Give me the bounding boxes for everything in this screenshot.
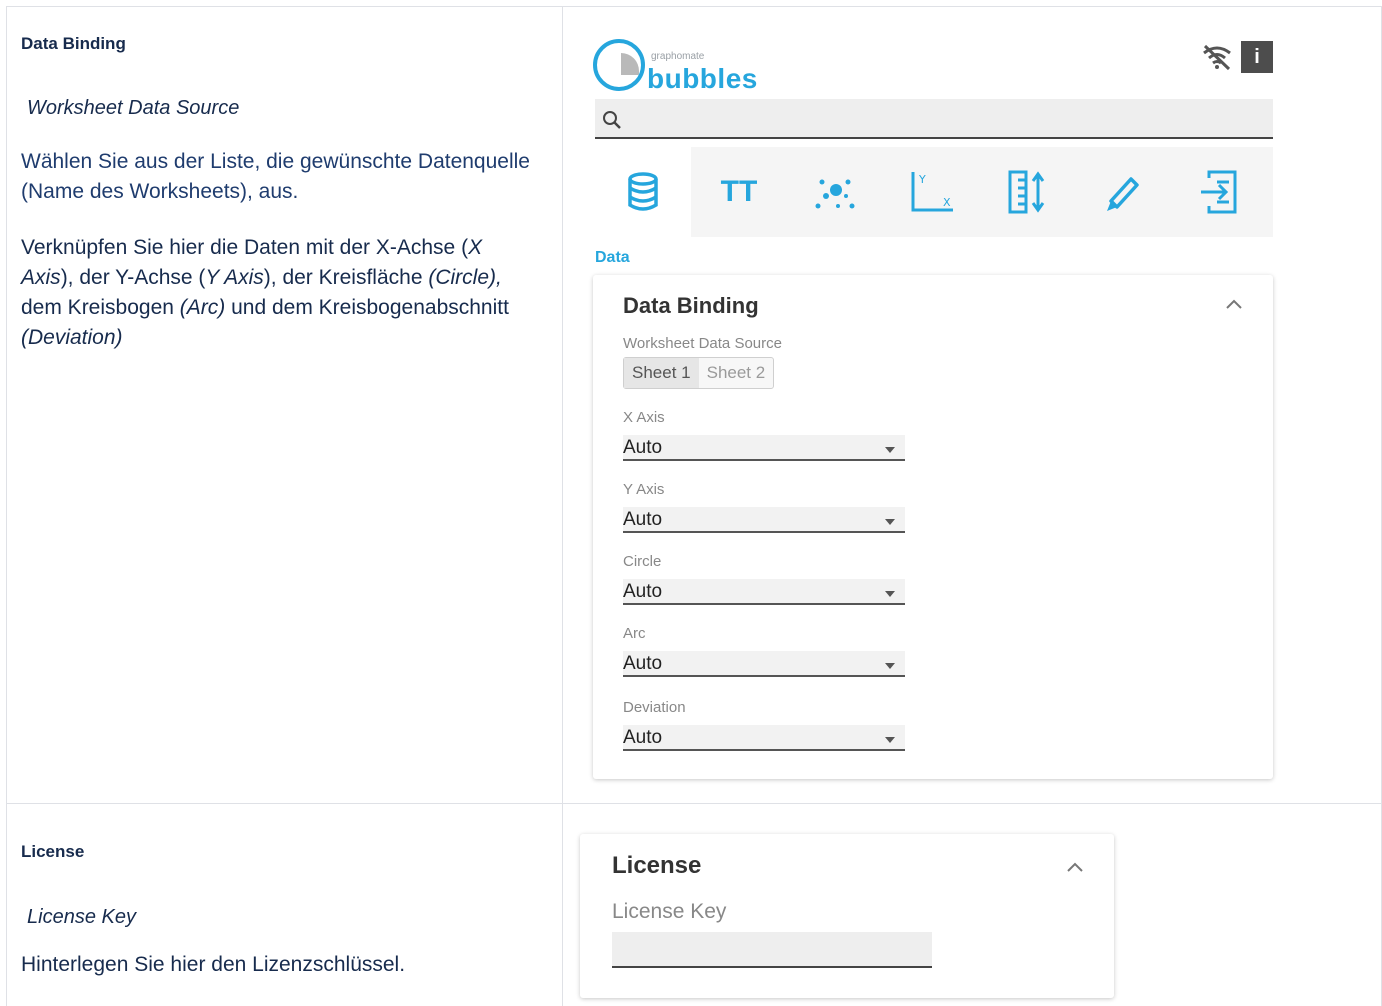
chevron-up-icon[interactable] — [1066, 860, 1084, 874]
row-subtitle: License Key — [27, 906, 136, 928]
license-card: License License Key — [580, 834, 1114, 998]
sheet-1-button[interactable]: Sheet 1 — [624, 358, 699, 388]
deviation-label: Deviation — [623, 699, 686, 716]
tab-text[interactable]: TT — [691, 147, 787, 237]
row-title: Data Binding — [21, 34, 126, 53]
chevron-down-icon — [885, 737, 895, 743]
text-span: und dem Kreisbogenabschnitt — [225, 296, 509, 319]
scatter-icon — [815, 179, 855, 209]
documentation-table: Data Binding Worksheet Data Source Wähle… — [6, 6, 1382, 1006]
sheet-selector: Sheet 1 Sheet 2 — [623, 357, 775, 389]
chevron-down-icon — [885, 663, 895, 669]
y-axis-label: Y Axis — [623, 481, 665, 498]
section-label: Data — [595, 249, 630, 266]
bubbles-logo: graphomate bubbles — [593, 39, 763, 99]
tab-sort[interactable] — [979, 147, 1075, 237]
arc-label: Arc — [623, 625, 646, 642]
select-value: Auto — [623, 509, 663, 530]
description-blue: Wählen Sie aus der Liste, die gewünschte… — [21, 150, 530, 203]
tab-scatter[interactable] — [787, 147, 883, 237]
description-text: Verknüpfen Sie hier die Daten mit der X-… — [21, 233, 536, 353]
text-size-icon: TT — [720, 175, 758, 208]
top-icons: i — [1201, 41, 1277, 73]
search-icon — [603, 111, 621, 129]
text-span: dem Kreisbogen — [21, 296, 180, 319]
card-title: Data Binding — [623, 293, 759, 318]
tab-data[interactable] — [595, 147, 691, 237]
row-title: License — [21, 842, 85, 861]
italic-span: (Arc) — [179, 296, 226, 319]
sheet-2-button[interactable]: Sheet 2 — [699, 358, 774, 388]
select-value: Auto — [623, 581, 663, 602]
select-value: Auto — [623, 727, 663, 748]
chevron-down-icon — [885, 519, 895, 525]
license-key-input[interactable] — [612, 932, 932, 968]
x-axis-label: X Axis — [623, 409, 665, 426]
deviation-select[interactable]: Auto — [623, 725, 905, 751]
text-span: Verknüpfen Sie hier die Daten mit der X-… — [21, 236, 469, 259]
license-key-label: License Key — [612, 900, 727, 923]
info-icon[interactable]: i — [1241, 41, 1273, 73]
x-axis-select[interactable]: Auto — [623, 435, 905, 461]
select-value: Auto — [623, 653, 663, 674]
chevron-up-icon[interactable] — [1225, 297, 1243, 311]
select-value: Auto — [623, 437, 663, 458]
export-icon — [1201, 170, 1237, 214]
text-span: ), der Y-Achse ( — [60, 266, 206, 289]
source-label: Worksheet Data Source — [623, 335, 782, 352]
row-subtitle: Worksheet Data Source — [27, 97, 240, 119]
tab-bar: TT Y X — [595, 147, 1273, 237]
tab-axis[interactable]: Y X — [883, 147, 979, 237]
row-data-binding: Data Binding Worksheet Data Source Wähle… — [7, 7, 1381, 804]
y-axis-select[interactable]: Auto — [623, 507, 905, 533]
italic-span: Y Axis — [205, 266, 264, 289]
sort-columns-icon — [1008, 170, 1045, 214]
italic-span: (Circle), — [428, 266, 502, 289]
arc-select[interactable]: Auto — [623, 651, 905, 677]
data-binding-card: Data Binding Worksheet Data Source Sheet… — [593, 275, 1273, 779]
logo-product: bubbles — [647, 63, 758, 94]
logo-circle-icon — [593, 39, 645, 91]
card-title: License — [612, 852, 702, 879]
logo-brand: graphomate — [651, 51, 705, 62]
pencil-icon — [1107, 177, 1139, 211]
search-bar — [595, 99, 1273, 139]
circle-select[interactable]: Auto — [623, 579, 905, 605]
axis-icon: Y X — [911, 172, 953, 212]
italic-span: (Deviation) — [21, 326, 123, 349]
wifi-off-icon[interactable] — [1201, 43, 1233, 71]
database-icon — [628, 172, 658, 211]
chevron-down-icon — [885, 591, 895, 597]
svg-text:X: X — [943, 196, 951, 209]
tab-export[interactable] — [1171, 147, 1267, 237]
row-license: License License Key Hinterlegen Sie hier… — [7, 804, 1381, 1006]
chevron-down-icon — [885, 447, 895, 453]
text-span: ), der Kreisfläche — [263, 266, 429, 289]
circle-label: Circle — [623, 553, 662, 570]
tab-style[interactable] — [1075, 147, 1171, 237]
svg-text:Y: Y — [918, 173, 926, 186]
description-text: Hinterlegen Sie hier den Lizenzschlüssel… — [21, 953, 406, 976]
search-input[interactable] — [629, 105, 1259, 131]
